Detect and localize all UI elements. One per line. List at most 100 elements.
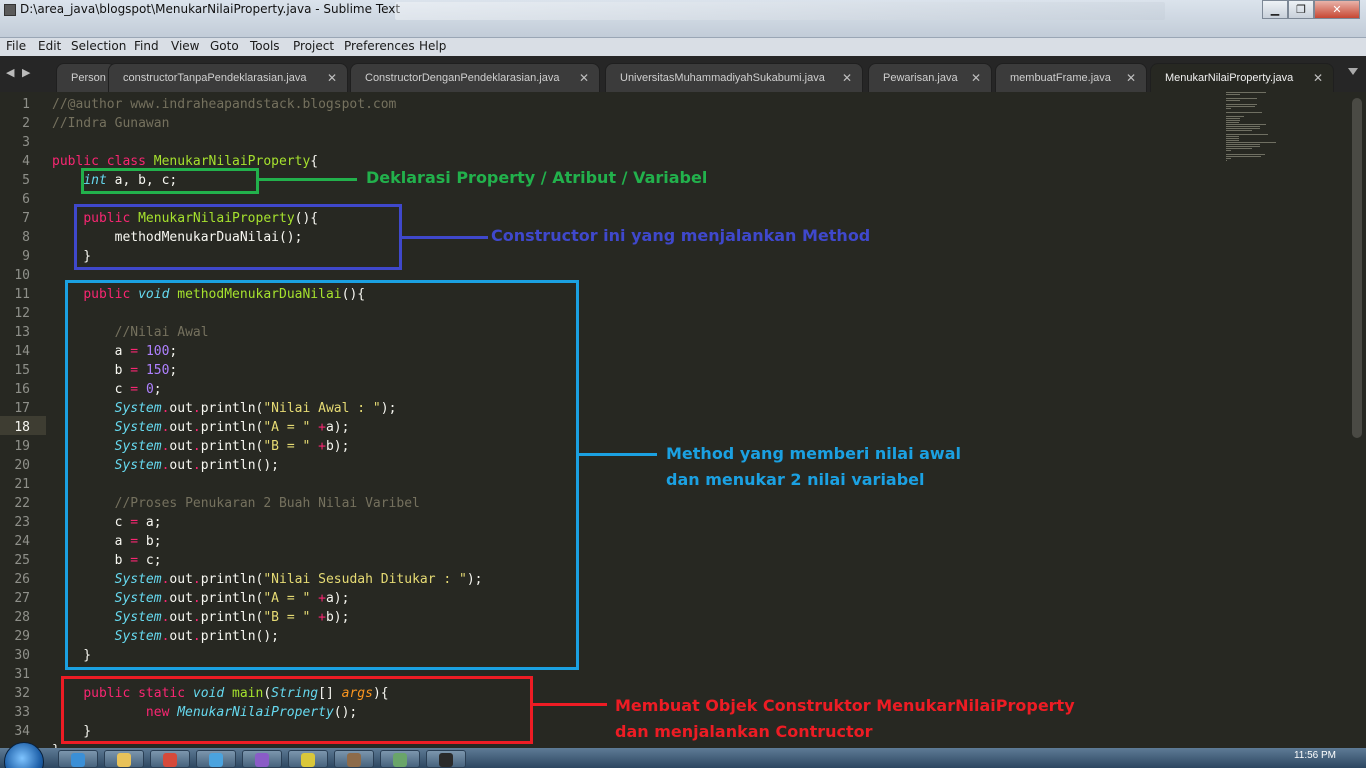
tab-pewarisan[interactable]: Pewarisan.java ✕ bbox=[868, 63, 992, 92]
menu-tools[interactable]: Tools bbox=[250, 39, 280, 53]
taskbar-app[interactable] bbox=[334, 750, 374, 768]
menu-project[interactable]: Project bbox=[293, 39, 334, 53]
minimap[interactable] bbox=[1222, 92, 1282, 172]
line-number: 6 bbox=[22, 192, 30, 207]
menu-find[interactable]: Find bbox=[134, 39, 159, 53]
line-number: 12 bbox=[14, 306, 30, 321]
tab-close-icon[interactable]: ✕ bbox=[579, 71, 589, 85]
code-editor[interactable]: 1 2 3 4 5 6 7 8 9 10 11 12 13 14 15 16 17 18 19 20 21 22 23 24 2… bbox=[0, 92, 1366, 748]
method-annotation-line1: Method yang memberi nilai awal bbox=[666, 444, 961, 463]
tab-universitas[interactable]: UniversitasMuhammadiyahSukabumi.java ✕ bbox=[605, 63, 863, 92]
minimap-line bbox=[1226, 128, 1261, 129]
line-number: 25 bbox=[14, 553, 30, 568]
minimap-line bbox=[1226, 116, 1244, 117]
line-number: 24 bbox=[14, 534, 30, 549]
tab-next-icon[interactable]: ▶ bbox=[22, 66, 30, 79]
constructor-annotation: Constructor ini yang menjalankan Method bbox=[491, 226, 871, 245]
line-number: 29 bbox=[14, 629, 30, 644]
menu-view[interactable]: View bbox=[171, 39, 199, 53]
taskbar-app[interactable] bbox=[288, 750, 328, 768]
line-number: 20 bbox=[14, 458, 30, 473]
code-token: { bbox=[310, 154, 319, 169]
tab-person[interactable]: Person bbox=[56, 63, 116, 92]
property-connector bbox=[259, 178, 357, 181]
taskbar-app[interactable] bbox=[380, 750, 420, 768]
minimap-line bbox=[1226, 130, 1253, 131]
tab-constructor-tanpa[interactable]: constructorTanpaPendeklarasian.java ✕ bbox=[108, 63, 348, 92]
code-line[interactable]: } bbox=[52, 741, 60, 748]
line-number: 32 bbox=[14, 686, 30, 701]
tab-prev-icon[interactable]: ◀ bbox=[6, 66, 14, 79]
taskbar-chrome[interactable] bbox=[150, 750, 190, 768]
taskbar-ie[interactable] bbox=[58, 750, 98, 768]
minimap-line bbox=[1226, 106, 1255, 107]
tab-list-dropdown-icon[interactable] bbox=[1348, 68, 1358, 75]
menu-goto[interactable]: Goto bbox=[210, 39, 239, 53]
method-annotation-line2: dan menukar 2 nilai variabel bbox=[666, 470, 925, 489]
tab-close-icon[interactable]: ✕ bbox=[1126, 71, 1136, 85]
code-token: MenukarNilaiProperty bbox=[153, 154, 311, 169]
line-number: 26 bbox=[14, 572, 30, 587]
minimap-line bbox=[1226, 148, 1253, 149]
tab-close-icon[interactable]: ✕ bbox=[971, 71, 981, 85]
line-number: 14 bbox=[14, 344, 30, 359]
main-highlight-box bbox=[61, 676, 533, 744]
line-number: 22 bbox=[14, 496, 30, 511]
taskbar-sublime[interactable] bbox=[426, 750, 466, 768]
line-number: 16 bbox=[14, 382, 30, 397]
line-number-gutter: 1 2 3 4 5 6 7 8 9 10 11 12 13 14 15 16 17 18 19 20 21 22 23 24 2… bbox=[0, 92, 46, 748]
minimap-line bbox=[1226, 154, 1265, 155]
code-token: //@author www.indraheapandstack.blogspot… bbox=[52, 97, 397, 112]
line-number: 10 bbox=[14, 268, 30, 283]
tab-close-icon[interactable]: ✕ bbox=[842, 71, 852, 85]
tab-close-icon[interactable]: ✕ bbox=[327, 71, 337, 85]
code-line[interactable]: //@author www.indraheapandstack.blogspot… bbox=[52, 95, 396, 114]
maximize-button[interactable]: ❐ bbox=[1288, 0, 1314, 19]
minimap-line bbox=[1226, 124, 1266, 125]
tab-label: MenukarNilaiProperty.java bbox=[1165, 72, 1294, 84]
minimap-line bbox=[1226, 138, 1239, 139]
tab-constructor-dengan[interactable]: ConstructorDenganPendeklarasian.java ✕ bbox=[350, 63, 600, 92]
line-number: 7 bbox=[22, 211, 30, 226]
tab-membuat-frame[interactable]: membuatFrame.java ✕ bbox=[995, 63, 1147, 92]
menu-edit[interactable]: Edit bbox=[38, 39, 61, 53]
minimap-line bbox=[1226, 118, 1241, 119]
taskbar-explorer[interactable] bbox=[104, 750, 144, 768]
line-number: 11 bbox=[14, 287, 30, 302]
close-button[interactable]: ✕ bbox=[1314, 0, 1360, 19]
windows-taskbar: 11:56 PM bbox=[0, 742, 1366, 768]
tab-label: Person bbox=[71, 72, 106, 84]
taskbar-visual-studio[interactable] bbox=[242, 750, 282, 768]
tab-close-icon[interactable]: ✕ bbox=[1313, 71, 1323, 85]
menu-selection[interactable]: Selection bbox=[71, 39, 126, 53]
minimize-button[interactable]: ▁ bbox=[1262, 0, 1288, 19]
tab-label: membuatFrame.java bbox=[1010, 72, 1111, 84]
property-annotation: Deklarasi Property / Atribut / Variabel bbox=[366, 168, 708, 187]
taskbar-clock[interactable]: 11:56 PM bbox=[1294, 750, 1336, 761]
tab-menukar-nilai-property[interactable]: MenukarNilaiProperty.java ✕ bbox=[1150, 63, 1334, 92]
tab-label: UniversitasMuhammadiyahSukabumi.java bbox=[620, 72, 825, 84]
line-number: 15 bbox=[14, 363, 30, 378]
line-number: 33 bbox=[14, 705, 30, 720]
code-line[interactable]: //Indra Gunawan bbox=[52, 114, 169, 133]
taskbar-app[interactable] bbox=[196, 750, 236, 768]
line-number: 1 bbox=[22, 97, 30, 112]
minimap-line bbox=[1226, 112, 1262, 113]
line-number: 17 bbox=[14, 401, 30, 416]
minimap-line bbox=[1226, 158, 1231, 159]
vertical-scrollbar[interactable] bbox=[1352, 98, 1362, 438]
minimap-line bbox=[1226, 108, 1231, 109]
main-connector bbox=[533, 703, 607, 706]
minimap-line bbox=[1226, 156, 1262, 157]
background-window-ghost bbox=[395, 2, 1165, 20]
menu-preferences[interactable]: Preferences bbox=[344, 39, 415, 53]
menu-file[interactable]: File bbox=[6, 39, 26, 53]
minimap-line bbox=[1226, 100, 1241, 101]
menu-help[interactable]: Help bbox=[419, 39, 446, 53]
line-number: 19 bbox=[14, 439, 30, 454]
window-title: D:\area_java\blogspot\MenukarNilaiProper… bbox=[20, 2, 401, 16]
minimap-line bbox=[1226, 120, 1241, 121]
minimap-line bbox=[1226, 134, 1269, 135]
tab-bar: ◀ ▶ Person constructorTanpaPendeklarasia… bbox=[0, 56, 1366, 92]
minimap-line bbox=[1226, 126, 1261, 127]
